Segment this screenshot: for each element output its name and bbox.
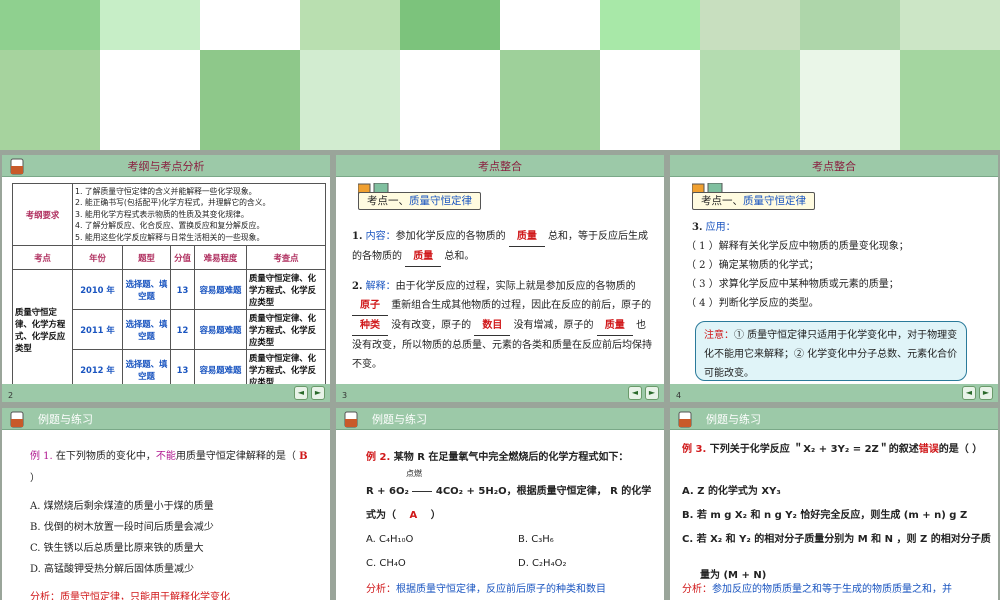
next-arrow-icon[interactable]: ► [645,386,659,400]
analysis: 分析：质量守恒定律，只能用于解释化学变化 [30,592,230,600]
level-cell: 容易题难题 [194,309,247,350]
prev-arrow-icon[interactable]: ◄ [962,386,976,400]
page-number: 2 [8,391,14,400]
option[interactable]: B. 伐倒的树木放置一段时间后质量会减少 [30,517,320,538]
list-item: （ 2 ）确定某物质的化学式； [686,260,819,271]
option[interactable]: D. 高锰酸钾受热分解后固体质量减少 [30,559,320,580]
col-header: 年份 [72,245,123,270]
slide-outline[interactable]: 考纲与考点分析 考纲要求 1. 了解质量守恒定律的含义并能解释一些化学现象。 2… [2,155,330,402]
list-item: （ 3 ）求算化学反应中某种物质或元素的质量； [686,279,899,290]
type-cell: 选择题、填空题 [122,309,171,350]
slide-header: 考点整合 [336,155,664,177]
requirement-item: 3. 能用化学方程式表示物质的性质及其变化规律。 [75,209,249,219]
slide-title: 考点整合 [478,160,522,173]
banner [0,0,1000,150]
slide-law-content[interactable]: 考点整合 考点一、质量守恒定律 1. 内容：参加化学反应的各物质的 质量 总和，… [336,155,664,402]
slide-footer: 4 ◄ ► [670,384,998,402]
next-arrow-icon[interactable]: ► [311,386,325,400]
requirement-item: 5. 能用这些化学反应解释与日常生活相关的一些现象。 [75,232,265,242]
answer-blank: 数目 [474,316,511,336]
page-number: 3 [342,391,348,400]
list-item: （ 4 ）判断化学反应的类型。 [686,298,819,309]
knowledge-point-label: 考点一、质量守恒定律 [692,192,815,210]
requirement-item: 2. 能正确书写(包括配平)化学方程式，并理解它的含义。 [75,198,271,208]
answer-blank: 质量 [596,316,633,336]
col-header: 考查点 [246,245,326,270]
slide-title: 例题与练习 [372,413,427,426]
beaker-icon [678,411,692,428]
slide-example-3[interactable]: 例题与练习 例 3. 下列关于化学反应 ＂X₂ + 3Y₂ = 2Z＂的叙述错误… [670,408,998,600]
level-cell: 容易题难题 [194,269,247,310]
score-cell: 12 [170,309,195,350]
slide-example-1[interactable]: 例题与练习 例 1. 在下列物质的变化中，不能用质量守恒定律解释的是（ B ） … [2,408,330,600]
point-cell: 质量守恒定律、化学方程式、化学反应类型 [246,309,326,350]
analysis: 分析：根据质量守恒定律，反应前后原子的种类和数目 [366,584,606,595]
col-header: 难易程度 [194,245,247,270]
slide-header: 例题与练习 [336,408,664,430]
slide-footer: 3 ◄ ► [336,384,664,402]
slide-header: 例题与练习 [2,408,330,430]
question: 例 1. 在下列物质的变化中，不能用质量守恒定律解释的是（ B ） [30,451,308,484]
option[interactable]: C. CH₄O [366,556,406,572]
list-item: （ 1 ）解释有关化学反应中物质的质量变化现象； [686,241,909,252]
answer-blank: 质量 [508,227,545,247]
analysis: 分析：参加反应的物质质量之和等于生成的物质质量之和，并 [682,584,952,595]
note-box: 注意：① 质量守恒定律只适用于化学变化中，对于物理变化不能用它来解释；② 化学变… [695,321,967,381]
slide-header: 考纲与考点分析 [2,155,330,177]
type-cell: 选择题、填空题 [122,269,171,310]
col-header: 考点 [12,245,73,270]
content-paragraph: 1. 内容：参加化学反应的各物质的 质量 总和，等于反应后生成的各物质的 质量 … [352,227,652,267]
option[interactable]: B. 若 m g X₂ 和 n g Y₂ 恰好完全反应，则生成 (m + n) … [682,508,992,524]
slide-title: 考纲与考点分析 [127,160,205,173]
option[interactable]: B. C₃H₆ [518,532,554,548]
col-header: 题型 [122,245,171,270]
explanation-paragraph: 2. 解释：由于化学反应的过程，实际上就是参加反应的各物质的 原子 重新组合生成… [352,281,652,370]
next-arrow-icon[interactable]: ► [979,386,993,400]
slide-header: 例题与练习 [670,408,998,430]
slide-title: 考点整合 [812,160,856,173]
prev-arrow-icon[interactable]: ◄ [294,386,308,400]
beaker-icon [344,411,358,428]
requirement-item: 4. 了解分解反应、化合反应、置换反应和复分解反应。 [75,221,265,231]
slide-grid: 考纲与考点分析 考纲要求 1. 了解质量守恒定律的含义并能解释一些化学现象。 2… [0,150,1000,600]
answer: B [299,451,308,462]
slide-title: 例题与练习 [38,413,93,426]
slide-example-2[interactable]: 例题与练习 例 2. 某物 R 在足量氧气中完全燃烧后的化学方程式如下： 点燃 … [336,408,664,600]
equation: R + 6O₂ 4CO₂ + 5H₂O，根据质量守恒定律， R 的化学式为（ A… [366,486,652,521]
slide-header: 考点整合 [670,155,998,177]
option[interactable]: C. 若 X₂ 和 Y₂ 的相对分子质量分别为 M 和 N ，则 Z 的相对分子… [682,532,994,548]
option[interactable]: C. 铁生锈以后总质量比原来铁的质量大 [30,538,320,559]
page-number: 4 [676,391,682,400]
slide-law-application[interactable]: 考点整合 考点一、质量守恒定律 3. 应用： （ 1 ）解释有关化学反应中物质的… [670,155,998,402]
option[interactable]: D. C₂H₄O₂ [518,556,566,572]
prev-arrow-icon[interactable]: ◄ [628,386,642,400]
answer-blank: 原子 [352,296,388,316]
score-cell: 13 [170,269,195,310]
answer-blank: 质量 [405,247,442,267]
question: 例 3. 下列关于化学反应 ＂X₂ + 3Y₂ = 2Z＂的叙述错误的是（ ） [682,444,983,455]
option[interactable]: A. C₄H₁₀O [366,532,413,548]
application-list: 3. 应用： （ 1 ）解释有关化学反应中物质的质量变化现象； （ 2 ）确定某… [686,218,982,313]
requirement-item: 1. 了解质量守恒定律的含义并能解释一些化学现象。 [75,186,257,196]
options-list: A. 煤燃烧后剩余煤渣的质量小于煤的质量 B. 伐倒的树木放置一段时间后质量会减… [30,496,320,580]
outline-table: 考纲要求 1. 了解质量守恒定律的含义并能解释一些化学现象。 2. 能正确书写(… [12,183,326,390]
slide-title: 例题与练习 [706,413,761,426]
knowledge-point-label: 考点一、质量守恒定律 [358,192,481,210]
answer-blank: 种类 [352,316,388,336]
beaker-icon [10,411,24,428]
col-header: 分值 [170,245,195,270]
point-cell: 质量守恒定律、化学方程式、化学反应类型 [246,269,326,310]
req-label: 考纲要求 [12,183,73,246]
year-cell: 2010 年 [72,269,123,310]
year-cell: 2011 年 [72,309,123,350]
answer: A [409,510,418,521]
topic-cell: 质量守恒定律、化学方程式、化学反应类型 [12,269,73,390]
question: 例 2. 某物 R 在足量氧气中完全燃烧后的化学方程式如下： [366,452,629,463]
slide-footer: 2 ◄ ► [2,384,330,402]
option[interactable]: A. Z 的化学式为 XY₃ [682,484,992,500]
option[interactable]: A. 煤燃烧后剩余煤渣的质量小于煤的质量 [30,496,320,517]
